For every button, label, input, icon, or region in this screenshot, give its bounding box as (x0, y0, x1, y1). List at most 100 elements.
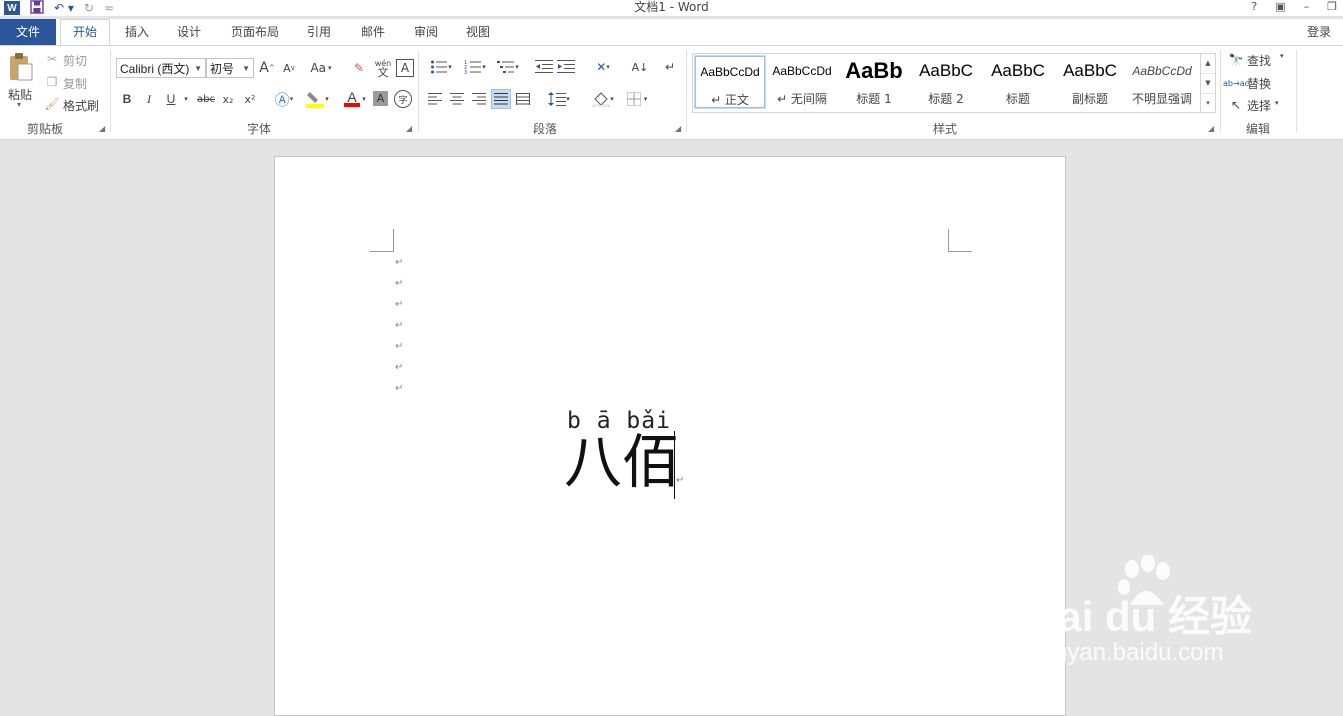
paragraph-mark: ↵ (395, 320, 404, 331)
styles-launcher-icon[interactable]: ◢ (1208, 124, 1214, 133)
ribbon-home: 粘贴 ▾ ✂ 剪切 ❐ 复制 🖌 格式刷 剪贴板 ◢ Calibri (西文) … (0, 45, 1343, 140)
tab-page-layout[interactable]: 页面布局 (222, 19, 288, 45)
ribbon-display-options-icon[interactable]: ▣ (1275, 0, 1285, 14)
paragraph-mark: ↵ (395, 341, 404, 352)
chevron-down-icon[interactable]: ▾ (360, 90, 368, 108)
style-no-spacing[interactable]: AaBbCcDd ↵ 无间隔 (767, 56, 837, 108)
text-effects-icon[interactable]: Ⓐ ▾ (272, 90, 296, 109)
style-preview: AaBb (845, 58, 903, 83)
change-case-icon[interactable]: Aa ▾ (306, 59, 336, 77)
paragraph-launcher-icon[interactable]: ◢ (675, 124, 681, 133)
tab-home[interactable]: 开始 (60, 19, 110, 46)
format-painter-button[interactable]: 格式刷 (63, 97, 99, 114)
font-size-combo[interactable]: 初号 ▼ (206, 58, 254, 78)
window-title: 文档1 - Word (634, 0, 709, 14)
window-controls: ? ▣ – ❐ (1251, 0, 1337, 14)
replace-icon[interactable]: ab→ac (1223, 75, 1249, 91)
clipboard-launcher-icon[interactable]: ◢ (99, 124, 105, 133)
chevron-down-icon[interactable]: ▾ (1280, 52, 1284, 60)
underline-button[interactable]: U (164, 90, 178, 108)
document-page[interactable]: ↵ ↵ ↵ ↵ ↵ ↵ ↵ b ā bǎi 八佰 ↵ (274, 156, 1066, 716)
margin-corner-top-right (948, 229, 972, 252)
help-icon[interactable]: ? (1251, 0, 1257, 14)
group-separator (686, 50, 687, 132)
sign-in-link[interactable]: 登录 (1307, 19, 1331, 45)
tab-design[interactable]: 设计 (168, 19, 210, 45)
find-button[interactable]: 查找 (1247, 52, 1271, 69)
highlight-color-icon[interactable]: ▾ (302, 90, 332, 108)
bullets-icon[interactable]: ▾ (426, 58, 456, 76)
tab-insert[interactable]: 插入 (116, 19, 158, 45)
bold-button[interactable]: B (120, 90, 134, 108)
paragraph-mark: ↵ (395, 383, 404, 394)
document-text[interactable]: 八佰 (564, 427, 680, 497)
chevron-down-icon[interactable]: ▾ (181, 90, 191, 108)
style-subtitle[interactable]: AaBbC 副标题 (1055, 56, 1125, 108)
select-cursor-icon[interactable]: ↖ (1228, 97, 1244, 113)
style-subtle-emphasis[interactable]: AaBbCcDd 不明显强调 (1127, 56, 1197, 108)
superscript-button[interactable]: x² (242, 90, 258, 108)
cut-button[interactable]: 剪切 (63, 52, 87, 69)
enclose-characters-icon[interactable]: 字 (394, 90, 412, 108)
minimize-icon[interactable]: – (1304, 0, 1310, 14)
paste-icon[interactable] (8, 52, 34, 82)
align-center-icon[interactable] (449, 91, 465, 107)
tab-view[interactable]: 视图 (457, 19, 499, 45)
margin-corner-top-left (370, 229, 394, 252)
align-left-icon[interactable] (427, 91, 443, 107)
chevron-down-icon[interactable]: ▾ (1275, 99, 1279, 107)
gallery-down-icon[interactable]: ▼ (1201, 74, 1215, 94)
style-heading-1[interactable]: AaBb 标题 1 (839, 56, 909, 108)
find-icon[interactable]: 🔭 (1228, 52, 1244, 68)
align-right-icon[interactable] (471, 91, 487, 107)
replace-button[interactable]: 替换 (1247, 75, 1271, 92)
italic-button[interactable]: I (142, 90, 156, 108)
editing-group-label: 编辑 (1245, 122, 1270, 136)
line-spacing-icon[interactable]: ▾ (545, 89, 573, 109)
chinese-layout-icon[interactable]: ✕ ▾ (588, 58, 618, 76)
copy-icon[interactable]: ❐ (45, 75, 59, 89)
shading-icon[interactable]: ▾ (588, 89, 618, 109)
gallery-up-icon[interactable]: ▲ (1201, 54, 1215, 74)
format-painter-icon[interactable]: 🖌 (44, 97, 59, 111)
tab-mailings[interactable]: 邮件 (352, 19, 394, 45)
style-normal[interactable]: AaBbCcDd ↵ 正文 (694, 55, 766, 109)
paste-dropdown-icon[interactable]: ▾ (17, 100, 21, 109)
clear-formatting-icon[interactable]: ✎ (350, 59, 368, 77)
justify-icon[interactable] (491, 89, 511, 109)
multilevel-list-icon[interactable]: ▾ (493, 58, 523, 76)
borders-icon[interactable]: ▾ (622, 89, 652, 109)
font-name-combo[interactable]: Calibri (西文) ▼ (116, 58, 206, 78)
shrink-font-glyph: A (283, 61, 291, 75)
cut-icon[interactable]: ✂ (45, 52, 59, 66)
copy-button[interactable]: 复制 (63, 75, 87, 92)
distributed-icon[interactable] (515, 91, 531, 107)
increase-indent-icon[interactable] (557, 58, 575, 76)
show-marks-icon[interactable]: ↵ (663, 58, 677, 76)
strikethrough-button[interactable]: abc (195, 90, 217, 108)
style-title[interactable]: AaBbC 标题 (983, 56, 1053, 108)
numbering-icon[interactable]: 1 2 3 ▾ (460, 58, 490, 76)
sort-icon[interactable]: A↓ (631, 58, 649, 76)
character-shading-icon[interactable]: A (373, 91, 388, 106)
style-preview: AaBbCcDd (700, 65, 760, 79)
gallery-more-icon[interactable]: ▾ (1201, 94, 1215, 113)
tab-file[interactable]: 文件 (0, 19, 56, 45)
style-preview: AaBbC (991, 61, 1045, 80)
shrink-font-icon[interactable]: Av (281, 59, 297, 77)
style-heading-2[interactable]: AaBbC 标题 2 (911, 56, 981, 108)
phonetic-guide-icon[interactable]: wén 文 (373, 57, 393, 79)
select-button[interactable]: 选择 (1247, 97, 1271, 114)
decrease-indent-icon[interactable] (535, 58, 553, 76)
tab-references[interactable]: 引用 (298, 19, 340, 45)
character-border-icon[interactable]: A (396, 59, 414, 77)
subscript-button[interactable]: x₂ (220, 90, 236, 108)
grow-font-icon[interactable]: A ^ (259, 59, 275, 77)
group-separator (1296, 50, 1297, 132)
text-cursor (674, 431, 675, 499)
font-launcher-icon[interactable]: ◢ (406, 124, 412, 133)
font-group-label: 字体 (246, 122, 271, 136)
tab-review[interactable]: 审阅 (405, 19, 447, 45)
gallery-scroll: ▲ ▼ ▾ (1200, 54, 1215, 112)
restore-icon[interactable]: ❐ (1327, 0, 1337, 14)
